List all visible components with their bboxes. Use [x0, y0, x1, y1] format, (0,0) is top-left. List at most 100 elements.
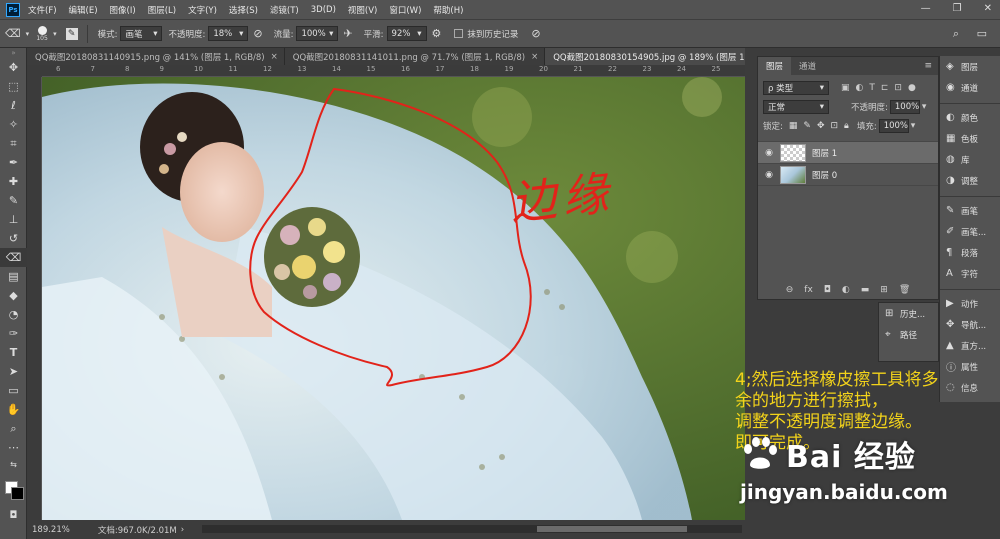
- dropdown-arrow-icon[interactable]: ▾: [53, 30, 57, 38]
- dock-item[interactable]: ◑ 调整: [940, 170, 1000, 191]
- path-select-tool-icon[interactable]: ➤: [0, 362, 27, 381]
- mask-icon[interactable]: ◘: [824, 285, 831, 295]
- swap-colors-icon[interactable]: ⇆: [0, 457, 27, 471]
- layer-row[interactable]: ◉ 图层 0: [758, 164, 938, 186]
- zoom-level[interactable]: 189.21%: [32, 525, 70, 535]
- dock-item[interactable]: ◈ 图层: [940, 56, 1000, 77]
- layer-row[interactable]: ◉ 图层 1: [758, 142, 938, 164]
- brush-preset-picker[interactable]: 105: [33, 24, 51, 44]
- filter-adjust-icon[interactable]: ◐: [856, 83, 864, 93]
- type-tool-icon[interactable]: T: [0, 343, 27, 362]
- eraser-tool-icon[interactable]: ⌫: [0, 248, 27, 267]
- document-tab[interactable]: QQ截图20180831140915.png @ 141% (图层 1, RGB…: [27, 48, 285, 65]
- dock-item[interactable]: ▦ 色板: [940, 128, 1000, 149]
- minimize-button[interactable]: —: [921, 3, 931, 14]
- eraser-tool-icon[interactable]: ⌫: [5, 27, 21, 40]
- fx-icon[interactable]: fx: [804, 285, 813, 295]
- filter-smart-icon[interactable]: ⊡: [894, 83, 902, 93]
- marquee-tool-icon[interactable]: ⬚: [0, 77, 27, 96]
- trash-icon[interactable]: 🗑︎: [899, 285, 910, 295]
- search-icon[interactable]: ⌕: [953, 27, 959, 41]
- erase-history-checkbox[interactable]: [454, 29, 464, 38]
- eye-icon[interactable]: ◉: [758, 170, 780, 180]
- menu-window[interactable]: 窗口(W): [389, 4, 421, 16]
- flow-field[interactable]: 100% ▾: [296, 26, 339, 41]
- blend-mode-select[interactable]: 正常 ▾: [763, 99, 829, 114]
- filter-type-icon[interactable]: T: [869, 83, 875, 93]
- zoom-tool-icon[interactable]: ⌕: [0, 419, 27, 438]
- opacity-field[interactable]: 18% ▾: [208, 26, 249, 41]
- chevron-down-icon[interactable]: ▾: [922, 102, 927, 112]
- blur-tool-icon[interactable]: ◆: [0, 286, 27, 305]
- dock-item[interactable]: ◐ 颜色: [940, 107, 1000, 128]
- menu-view[interactable]: 视图(V): [348, 4, 377, 16]
- mode-select[interactable]: 画笔 ▾: [120, 26, 163, 41]
- dock-item[interactable]: ✐ 画笔...: [940, 221, 1000, 242]
- dock-item[interactable]: ¶ 段落: [940, 242, 1000, 263]
- quick-select-tool-icon[interactable]: ✧: [0, 115, 27, 134]
- tab-channels[interactable]: 通道: [791, 57, 824, 75]
- airbrush-icon[interactable]: ✈: [343, 27, 352, 40]
- brush-panel-toggle-icon[interactable]: ✎: [65, 27, 78, 40]
- lock-artboard-icon[interactable]: ⊡: [830, 121, 838, 131]
- restore-button[interactable]: ❐: [953, 3, 962, 14]
- filter-toggle-icon[interactable]: ●: [908, 83, 916, 93]
- horizontal-scrollbar[interactable]: [202, 525, 742, 533]
- pressure-size-icon[interactable]: ⊘: [531, 27, 540, 40]
- menu-filter[interactable]: 滤镜(T): [270, 4, 299, 16]
- workspace-icon[interactable]: ▭: [977, 27, 987, 40]
- filter-shape-icon[interactable]: ⊏: [881, 83, 889, 93]
- document-tab[interactable]: QQ截图20180831141011.png @ 71.7% (图层 1, RG…: [285, 48, 546, 65]
- dock-item[interactable]: ⌖ 路径: [879, 324, 938, 345]
- clone-stamp-tool-icon[interactable]: ⊥: [0, 210, 27, 229]
- quick-mask-icon[interactable]: ◘: [0, 506, 27, 525]
- lock-pixels-icon[interactable]: ✎: [803, 121, 811, 131]
- folder-icon[interactable]: ▬: [861, 285, 870, 295]
- new-layer-icon[interactable]: ⊞: [880, 285, 888, 295]
- menu-layer[interactable]: 图层(L): [148, 4, 176, 16]
- dock-item[interactable]: ✥ 导航...: [940, 314, 1000, 335]
- layer-opacity-field[interactable]: 100%: [889, 99, 920, 114]
- fill-field[interactable]: 100%: [878, 118, 909, 133]
- vertical-ruler[interactable]: [27, 77, 42, 520]
- scrollbar-thumb[interactable]: [537, 526, 687, 532]
- ruler-origin[interactable]: [27, 65, 42, 77]
- pen-tool-icon[interactable]: ✑: [0, 324, 27, 343]
- eyedropper-tool-icon[interactable]: ✒: [0, 153, 27, 172]
- menu-file[interactable]: 文件(F): [28, 4, 57, 16]
- chevron-down-icon[interactable]: ▾: [911, 121, 916, 131]
- lock-position-icon[interactable]: ✥: [817, 121, 825, 131]
- pressure-opacity-icon[interactable]: ⊘: [253, 27, 262, 40]
- history-brush-tool-icon[interactable]: ↺: [0, 229, 27, 248]
- background-color-swatch[interactable]: [11, 487, 24, 500]
- adjustment-icon[interactable]: ◐: [842, 285, 850, 295]
- menu-edit[interactable]: 编辑(E): [69, 4, 98, 16]
- lasso-tool-icon[interactable]: ℓ: [0, 96, 27, 115]
- dock-item[interactable]: ▶ 动作: [940, 293, 1000, 314]
- hand-tool-icon[interactable]: ✋: [0, 400, 27, 419]
- close-button[interactable]: ✕: [984, 3, 992, 14]
- lock-transparent-icon[interactable]: ▦: [789, 121, 798, 131]
- rectangle-tool-icon[interactable]: ▭: [0, 381, 27, 400]
- dock-item[interactable]: ◉ 通道: [940, 77, 1000, 98]
- brush-tool-icon[interactable]: ✎: [0, 191, 27, 210]
- menu-select[interactable]: 选择(S): [229, 4, 258, 16]
- menu-help[interactable]: 帮助(H): [433, 4, 463, 16]
- close-icon[interactable]: ×: [271, 52, 278, 62]
- menu-image[interactable]: 图像(I): [110, 4, 136, 16]
- menu-type[interactable]: 文字(Y): [188, 4, 217, 16]
- smoothing-field[interactable]: 92% ▾: [386, 26, 427, 41]
- horizontal-ruler[interactable]: 6 7 8 9 10 11 12 13 14 15 16 17 18 19 20 21 22 23 24 25: [42, 65, 747, 77]
- lock-all-icon[interactable]: 🔒︎: [844, 121, 849, 131]
- more-tools-icon[interactable]: ⋯: [0, 438, 27, 457]
- tab-layers[interactable]: 图层: [758, 57, 792, 75]
- link-icon[interactable]: ⊖: [786, 285, 794, 295]
- dock-item[interactable]: ▲ 直方...: [940, 335, 1000, 356]
- dropdown-arrow-icon[interactable]: ▾: [26, 30, 30, 38]
- eye-icon[interactable]: ◉: [758, 148, 780, 158]
- gradient-tool-icon[interactable]: ▤: [0, 267, 27, 286]
- dock-item[interactable]: ⊞ 历史...: [879, 303, 938, 324]
- panel-menu-icon[interactable]: ≡: [924, 61, 932, 71]
- crop-tool-icon[interactable]: ⌗: [0, 134, 27, 153]
- dock-item[interactable]: A 字符: [940, 263, 1000, 284]
